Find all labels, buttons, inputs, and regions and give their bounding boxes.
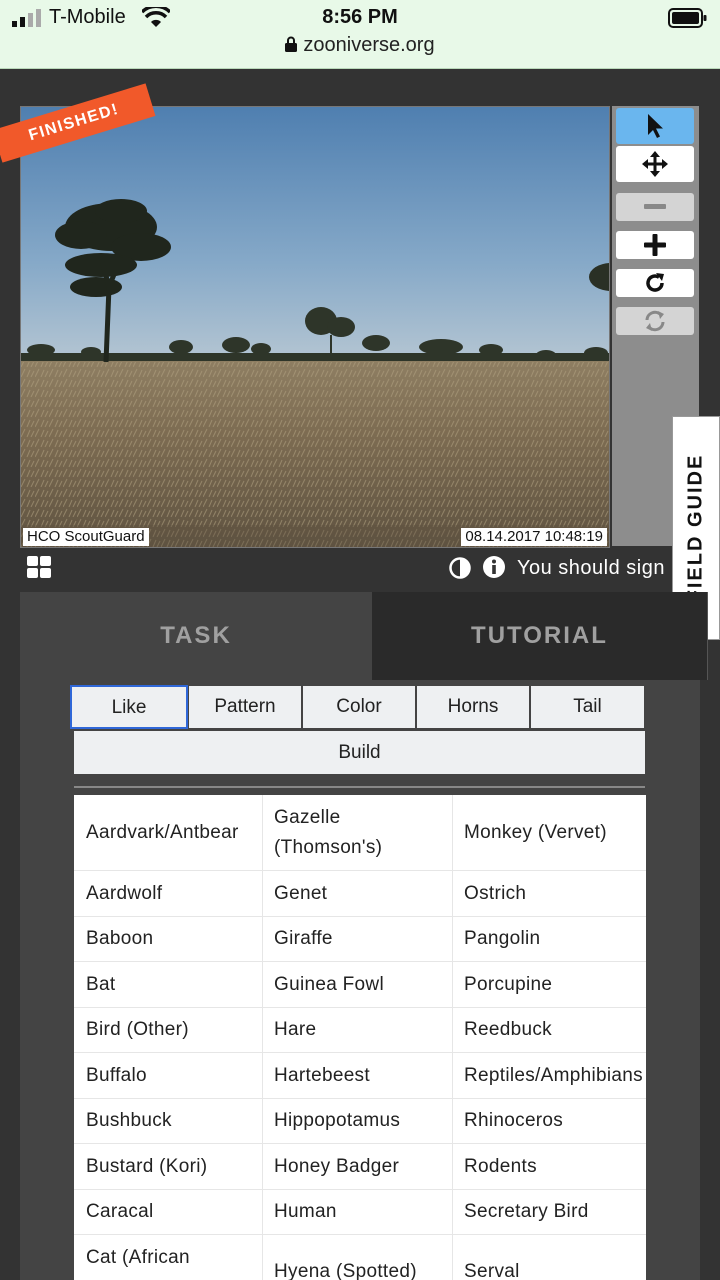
subject-viewer[interactable]: HCO ScoutGuard 08.14.2017 10:48:19 <box>20 106 610 548</box>
species-item[interactable]: Hartebeest <box>262 1053 452 1099</box>
species-item[interactable]: Bushbuck <box>74 1099 262 1144</box>
filter-tail-button[interactable]: Tail <box>530 685 645 729</box>
species-list: Aardvark/Antbear Aardwolf Baboon Bat Bir… <box>74 795 646 1280</box>
filter-pattern-button[interactable]: Pattern <box>188 685 302 729</box>
species-item[interactable]: Secretary Bird <box>452 1190 646 1235</box>
camera-brand-label: HCO ScoutGuard <box>23 528 149 546</box>
species-item[interactable]: Baboon <box>74 917 262 962</box>
species-item[interactable]: Guinea Fowl <box>262 962 452 1008</box>
divider <box>74 786 645 788</box>
species-item[interactable]: Bird (Other) <box>74 1008 262 1053</box>
zoom-out-icon <box>644 204 666 209</box>
subject-photo[interactable] <box>21 107 610 548</box>
sign-in-prompt: You should sign <box>517 557 665 579</box>
filter-build-button[interactable]: Build <box>74 731 645 774</box>
lock-icon <box>285 36 298 52</box>
zoom-in-icon <box>644 234 666 256</box>
species-item[interactable]: Honey Badger <box>262 1144 452 1190</box>
move-tool-button[interactable] <box>616 146 694 182</box>
zoom-out-button[interactable] <box>616 193 694 221</box>
species-item[interactable]: Bat <box>74 962 262 1008</box>
species-item[interactable]: Rodents <box>452 1144 646 1190</box>
filter-color-button[interactable]: Color <box>302 685 416 729</box>
species-item[interactable]: Reptiles/Amphibians <box>452 1053 646 1099</box>
filter-like-button[interactable]: Like <box>70 685 188 729</box>
species-item[interactable]: Serval <box>452 1235 646 1280</box>
tab-task[interactable]: TASK <box>20 592 372 680</box>
species-item[interactable]: Caracal <box>74 1190 262 1235</box>
move-icon <box>642 151 668 177</box>
reset-button[interactable] <box>616 307 694 335</box>
species-item[interactable]: Ostrich <box>452 871 646 917</box>
species-item[interactable]: Rhinoceros <box>452 1099 646 1144</box>
species-item[interactable]: Hippopotamus <box>262 1099 452 1144</box>
species-column-2: Gazelle (Thomson's) Genet Giraffe Guinea… <box>262 795 453 1280</box>
species-item[interactable]: Hare <box>262 1008 452 1053</box>
species-item[interactable]: Giraffe <box>262 917 452 962</box>
species-item[interactable]: Aardwolf <box>74 871 262 917</box>
url-text: zooniverse.org <box>303 34 435 56</box>
rotate-icon <box>646 273 664 292</box>
status-bar: T-Mobile 8:56 PM zooniverse.org <box>0 0 720 69</box>
info-icon[interactable] <box>483 556 505 578</box>
clock: 8:56 PM <box>322 6 398 28</box>
species-item[interactable]: Aardvark/Antbear <box>74 795 262 871</box>
species-item[interactable]: Bustard (Kori) <box>74 1144 262 1190</box>
species-item[interactable]: Cat (African <box>74 1235 262 1280</box>
reset-icon <box>645 310 665 332</box>
pointer-icon <box>648 114 663 138</box>
species-item[interactable]: Human <box>262 1190 452 1235</box>
species-item[interactable]: Monkey (Vervet) <box>452 795 646 871</box>
filter-horns-button[interactable]: Horns <box>416 685 530 729</box>
pointer-tool-button[interactable] <box>616 108 694 144</box>
species-item[interactable]: Hyena (Spotted) <box>262 1235 452 1280</box>
species-item[interactable]: Gazelle (Thomson's) <box>262 795 452 871</box>
tab-tutorial[interactable]: TUTORIAL <box>372 592 708 680</box>
species-item[interactable]: Genet <box>262 871 452 917</box>
species-item[interactable]: Buffalo <box>74 1053 262 1099</box>
contrast-icon[interactable] <box>449 557 471 579</box>
photo-timestamp: 08.14.2017 10:48:19 <box>461 528 607 546</box>
grid-icon[interactable] <box>27 556 51 578</box>
species-item[interactable]: Pangolin <box>452 917 646 962</box>
battery-icon <box>668 8 707 28</box>
species-item[interactable]: Reedbuck <box>452 1008 646 1053</box>
species-item[interactable]: Porcupine <box>452 962 646 1008</box>
zoom-in-button[interactable] <box>616 231 694 259</box>
species-column-1: Aardvark/Antbear Aardwolf Baboon Bat Bir… <box>74 795 263 1280</box>
field-guide-label: FIELD GUIDE <box>684 453 707 603</box>
rotate-button[interactable] <box>616 269 694 297</box>
address-bar[interactable]: zooniverse.org <box>0 34 720 57</box>
